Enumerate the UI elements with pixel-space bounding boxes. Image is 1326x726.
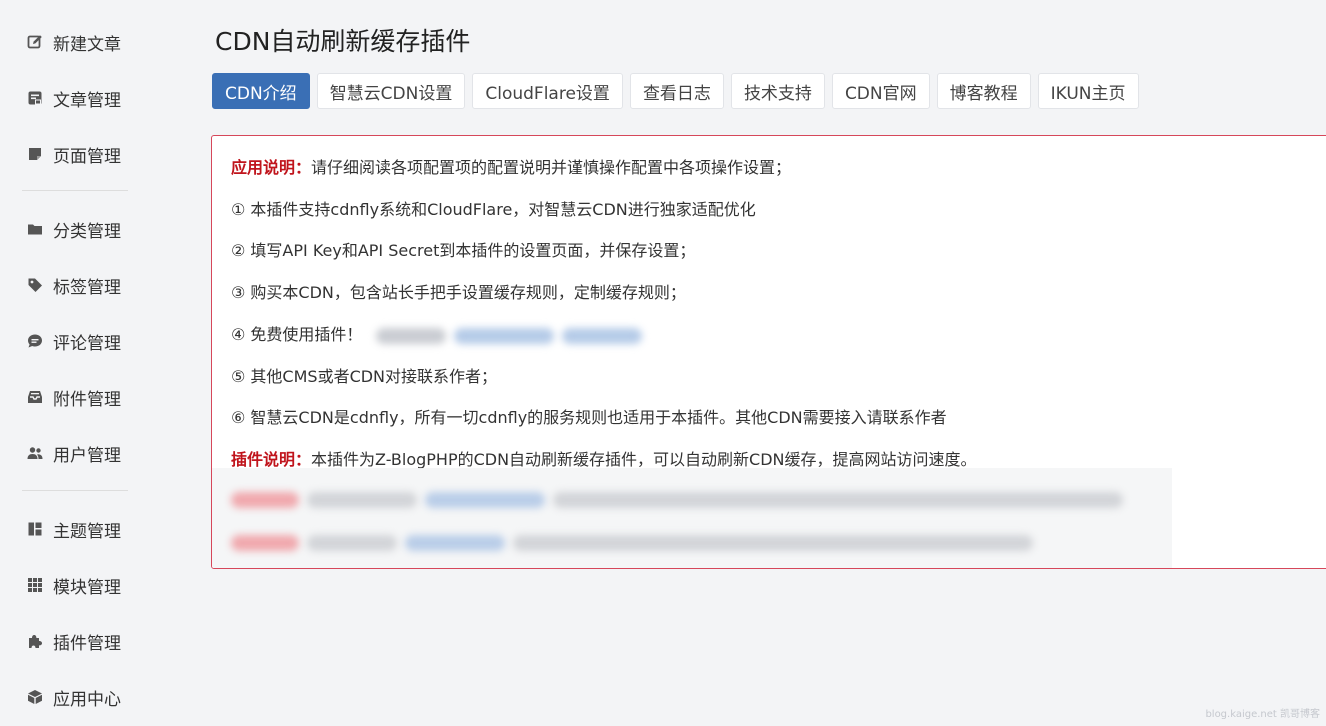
sidebar: 新建文章 文章管理 页面管理 分类管理 标签管理 评论管理 附件管理 用户管理 … bbox=[0, 0, 150, 726]
redacted-link bbox=[453, 327, 554, 344]
plugin-text: 本插件为Z-BlogPHP的CDN自动刷新缓存插件，可以自动刷新CDN缓存，提高… bbox=[311, 450, 977, 469]
sidebar-item-comment-manage[interactable]: 评论管理 bbox=[27, 326, 121, 356]
sidebar-item-label: 文章管理 bbox=[53, 90, 121, 111]
sidebar-item-attachment-manage[interactable]: 附件管理 bbox=[27, 382, 121, 412]
edit-icon bbox=[27, 34, 43, 50]
page-icon bbox=[27, 146, 43, 162]
sidebar-item-page-manage[interactable]: 页面管理 bbox=[27, 139, 121, 169]
redacted-text bbox=[375, 327, 446, 344]
users-icon bbox=[27, 445, 43, 461]
tab-blog-tutorial[interactable]: 博客教程 bbox=[936, 73, 1031, 109]
sidebar-item-label: 应用中心 bbox=[53, 689, 121, 710]
redacted-text bbox=[553, 492, 1123, 508]
redacted-link bbox=[425, 492, 545, 508]
list-item: ④ 免费使用插件！ bbox=[231, 321, 650, 345]
sidebar-item-theme-manage[interactable]: 主题管理 bbox=[27, 514, 121, 544]
page-title: CDN自动刷新缓存插件 bbox=[215, 27, 471, 56]
sidebar-item-tag-manage[interactable]: 标签管理 bbox=[27, 270, 121, 300]
usage-note: 应用说明：请仔细阅读各项配置项的配置说明并谨慎操作配置中各项操作设置； bbox=[231, 154, 791, 178]
sidebar-item-plugin-manage[interactable]: 插件管理 bbox=[27, 626, 121, 656]
sidebar-item-label: 标签管理 bbox=[53, 277, 121, 298]
layout-icon bbox=[27, 521, 43, 537]
sidebar-item-label: 模块管理 bbox=[53, 577, 121, 598]
tab-ikun-home[interactable]: IKUN主页 bbox=[1037, 73, 1139, 109]
sidebar-item-new-article[interactable]: 新建文章 bbox=[27, 27, 121, 57]
list-item: ② 填写API Key和API Secret到本插件的设置页面，并保存设置； bbox=[231, 241, 696, 260]
sidebar-divider bbox=[22, 190, 128, 191]
tab-cloudflare-settings[interactable]: CloudFlare设置 bbox=[472, 73, 623, 109]
redacted-row bbox=[231, 531, 1041, 555]
app-window: 新建文章 文章管理 页面管理 分类管理 标签管理 评论管理 附件管理 用户管理 … bbox=[0, 0, 1326, 726]
redacted-link bbox=[561, 327, 642, 344]
sidebar-item-label: 主题管理 bbox=[53, 521, 121, 542]
tab-bar: CDN介绍 智慧云CDN设置 CloudFlare设置 查看日志 技术支持 CD… bbox=[212, 73, 1139, 109]
redacted-text bbox=[307, 492, 417, 508]
list-item: ⑥ 智慧云CDN是cdnfly，所有一切cdnfly的服务规则也适用于本插件。其… bbox=[231, 408, 947, 427]
sidebar-item-app-center[interactable]: 应用中心 bbox=[27, 682, 121, 712]
sidebar-item-label: 新建文章 bbox=[53, 34, 121, 55]
sidebar-item-label: 插件管理 bbox=[53, 633, 121, 654]
sidebar-item-label: 分类管理 bbox=[53, 221, 121, 242]
sidebar-item-module-manage[interactable]: 模块管理 bbox=[27, 570, 121, 600]
grid-icon bbox=[27, 577, 43, 593]
redacted-label bbox=[231, 492, 299, 508]
usage-text: 请仔细阅读各项配置项的配置说明并谨慎操作配置中各项操作设置； bbox=[311, 158, 792, 177]
tab-cdn-intro[interactable]: CDN介绍 bbox=[212, 73, 310, 109]
sidebar-item-user-manage[interactable]: 用户管理 bbox=[27, 438, 121, 468]
folder-icon bbox=[27, 221, 43, 237]
list-item-text: ④ 免费使用插件！ bbox=[231, 325, 363, 344]
redacted-row bbox=[231, 488, 1131, 512]
redacted-label bbox=[231, 535, 299, 551]
intro-panel: 应用说明：请仔细阅读各项配置项的配置说明并谨慎操作配置中各项操作设置； ① 本插… bbox=[211, 135, 1326, 569]
tab-tech-support[interactable]: 技术支持 bbox=[730, 73, 825, 109]
watermark: blog.kaige.net 凯哥博客 bbox=[1205, 709, 1320, 720]
sidebar-item-category-manage[interactable]: 分类管理 bbox=[27, 214, 121, 244]
sidebar-item-label: 附件管理 bbox=[53, 389, 121, 410]
usage-label: 应用说明： bbox=[231, 158, 312, 177]
tag-icon bbox=[27, 277, 43, 293]
redacted-text bbox=[513, 535, 1033, 551]
redacted-link bbox=[405, 535, 505, 551]
sidebar-item-label: 评论管理 bbox=[53, 333, 121, 354]
list-item: ① 本插件支持cdnfly系统和CloudFlare，对智慧云CDN进行独家适配… bbox=[231, 200, 756, 219]
list-item: ⑤ 其他CMS或者CDN对接联系作者； bbox=[231, 367, 498, 386]
sidebar-item-label: 用户管理 bbox=[53, 445, 121, 466]
list-item: ③ 购买本CDN，包含站长手把手设置缓存规则，定制缓存规则； bbox=[231, 283, 686, 302]
puzzle-icon bbox=[27, 633, 43, 649]
tab-zhihuiyun-cdn-settings[interactable]: 智慧云CDN设置 bbox=[316, 73, 466, 109]
tab-cdn-website[interactable]: CDN官网 bbox=[831, 73, 930, 109]
sidebar-item-label: 页面管理 bbox=[53, 146, 121, 167]
article-icon bbox=[27, 90, 43, 106]
tab-view-logs[interactable]: 查看日志 bbox=[629, 73, 724, 109]
comment-icon bbox=[27, 333, 43, 349]
sidebar-divider bbox=[22, 490, 128, 491]
box-icon bbox=[27, 689, 43, 705]
plugin-note: 插件说明：本插件为Z-BlogPHP的CDN自动刷新缓存插件，可以自动刷新CDN… bbox=[231, 446, 977, 470]
inbox-icon bbox=[27, 389, 43, 405]
redacted-text bbox=[307, 535, 397, 551]
sidebar-item-article-manage[interactable]: 文章管理 bbox=[27, 83, 121, 113]
plugin-label: 插件说明： bbox=[231, 450, 312, 469]
